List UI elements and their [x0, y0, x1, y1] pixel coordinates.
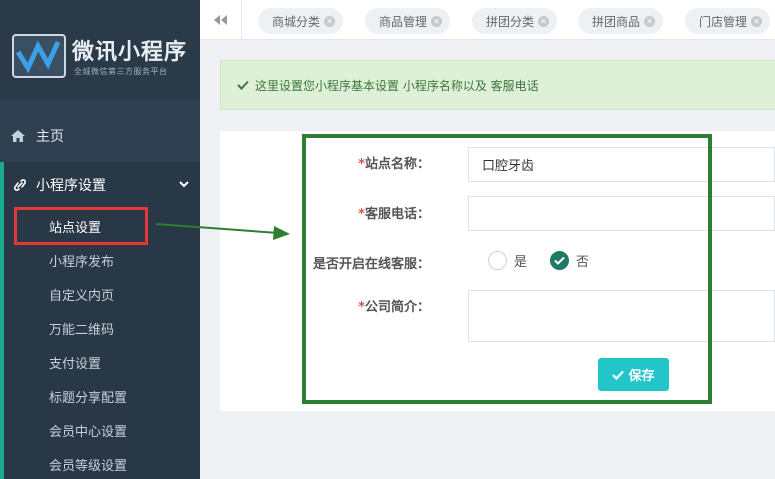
check-icon — [237, 80, 249, 90]
nav-group-miniapp-settings: 小程序设置 站点设置 小程序发布 自定义内页 万能二维码 支付设置 标题分享配置… — [0, 162, 200, 479]
nav-home[interactable]: 主页 — [0, 112, 200, 160]
tab-label: 商城分类 — [272, 14, 321, 29]
highlight-box-red — [14, 207, 148, 245]
nav-item-label: 小程序发布 — [49, 254, 115, 270]
logo: 微讯小程序 全城微信第三方服务平台 — [0, 0, 200, 100]
logo-icon — [12, 34, 66, 78]
nav-item-label: 万能二维码 — [49, 322, 115, 338]
tab-store-management[interactable]: 门店管理 ✕ — [685, 8, 771, 34]
nav-item-custom-page[interactable]: 自定义内页 — [4, 277, 200, 311]
nav-item-share-config[interactable]: 标题分享配置 — [4, 379, 200, 413]
nav-group-label: 小程序设置 — [36, 178, 106, 194]
tab-group-category[interactable]: 拼团分类 ✕ — [472, 8, 558, 34]
tab-group-products[interactable]: 拼团商品 ✕ — [578, 8, 664, 34]
nav-item-label: 标题分享配置 — [49, 390, 128, 406]
tab-product-management[interactable]: 商品管理 ✕ — [365, 8, 451, 34]
link-icon — [14, 179, 26, 191]
chevron-down-icon — [179, 181, 189, 188]
tab-label: 拼团商品 — [592, 14, 641, 29]
alert-text: 这里设置您小程序基本设置 小程序名称以及 客服电话 — [255, 78, 539, 93]
tab-label: 拼团分类 — [486, 14, 535, 29]
nav-item-label: 支付设置 — [49, 356, 102, 372]
nav-item-publish[interactable]: 小程序发布 — [4, 243, 200, 277]
nav-group-header[interactable]: 小程序设置 — [4, 162, 200, 208]
logo-subtitle: 全城微信第三方服务平台 — [74, 67, 168, 76]
tab-bar: 商城分类 ✕ 商品管理 ✕ 拼团分类 ✕ 拼团商品 ✕ 门店管理 ✕ — [200, 0, 775, 40]
tab-label: 门店管理 — [699, 14, 748, 29]
logo-title: 微讯小程序 — [72, 40, 188, 65]
nav-home-label: 主页 — [36, 129, 64, 145]
nav-item-qrcode[interactable]: 万能二维码 — [4, 311, 200, 345]
close-icon[interactable]: ✕ — [751, 15, 763, 27]
nav-item-label: 会员等级设置 — [49, 458, 128, 474]
nav-item-member-level[interactable]: 会员等级设置 — [4, 447, 200, 479]
info-alert: 这里设置您小程序基本设置 小程序名称以及 客服电话 — [220, 60, 775, 110]
nav-item-label: 会员中心设置 — [49, 424, 128, 440]
nav-item-label: 自定义内页 — [49, 288, 115, 304]
close-icon[interactable]: ✕ — [644, 15, 656, 27]
tab-label: 商品管理 — [379, 14, 428, 29]
tab-mall-category[interactable]: 商城分类 ✕ — [258, 8, 344, 34]
double-chevron-left-icon — [213, 15, 227, 25]
close-icon[interactable]: ✕ — [324, 15, 336, 27]
tab-scroll-left-button[interactable] — [200, 0, 242, 40]
nav-item-payment[interactable]: 支付设置 — [4, 345, 200, 379]
nav-item-member-center[interactable]: 会员中心设置 — [4, 413, 200, 447]
home-icon — [11, 130, 25, 142]
arrow-icon — [155, 223, 290, 240]
close-icon[interactable]: ✕ — [431, 15, 443, 27]
highlight-box-green — [302, 134, 712, 404]
close-icon[interactable]: ✕ — [538, 15, 550, 27]
